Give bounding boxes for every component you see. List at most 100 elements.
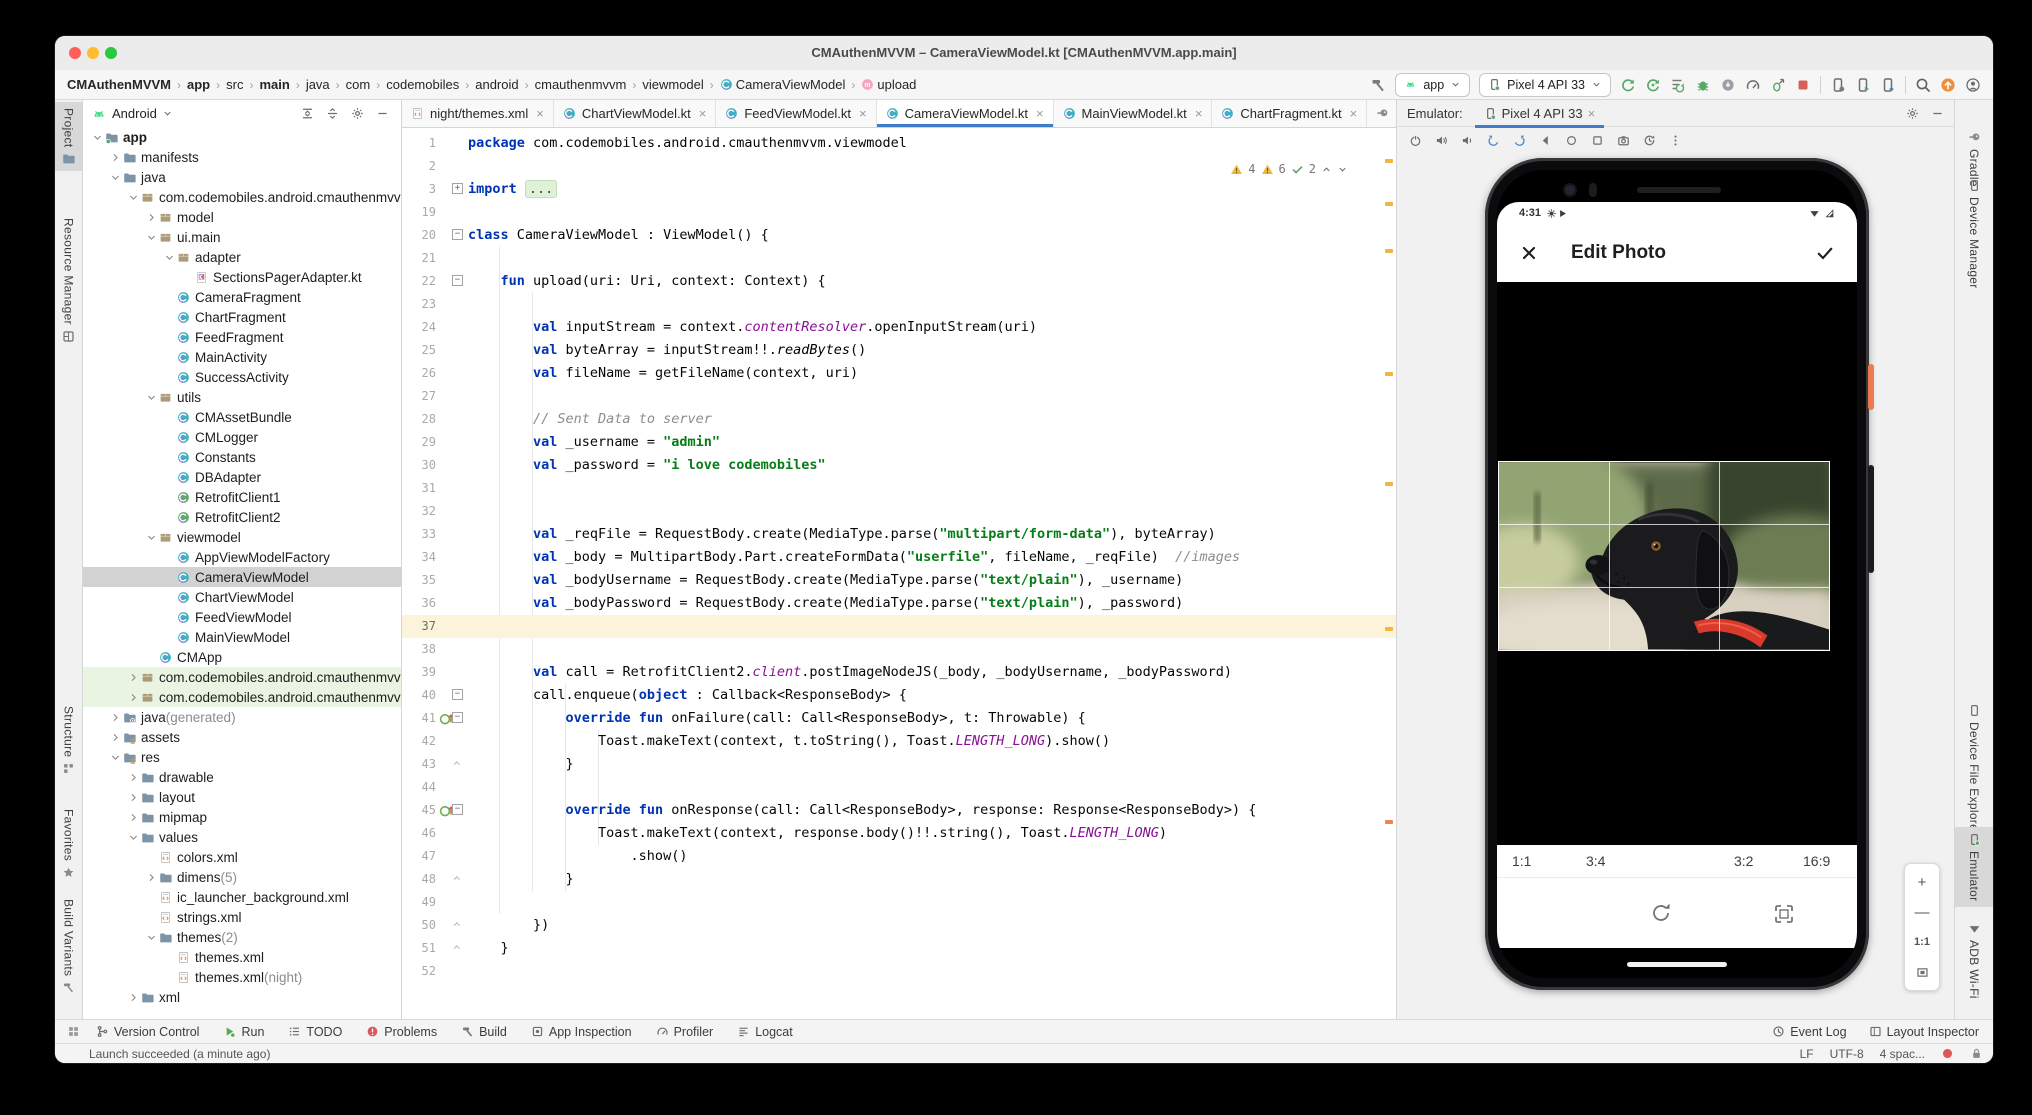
code-line-26[interactable]: 26 val fileName = getFileName(context, u… <box>402 362 1396 385</box>
aspect-ratio-option-16-9[interactable]: 16:9 <box>1803 845 1830 878</box>
code-line-33[interactable]: 33 val _reqFile = RequestBody.create(Med… <box>402 523 1396 546</box>
tree-item-java[interactable]: java <box>83 167 401 187</box>
avatar-icon[interactable] <box>1965 77 1981 93</box>
home-icon[interactable] <box>1565 134 1578 147</box>
apply-code-icon[interactable] <box>1645 77 1661 93</box>
emulator-device-tab[interactable]: Pixel 4 API 33 × <box>1475 100 1605 127</box>
close-icon[interactable] <box>1519 243 1539 263</box>
tree-item-assets[interactable]: assets <box>83 727 401 747</box>
editor-tab-chartfragment-kt[interactable]: ChartFragment.kt× <box>1212 100 1367 127</box>
code-line-42[interactable]: 42 Toast.makeText(context, t.toString(),… <box>402 730 1396 753</box>
tree-item-viewmodel[interactable]: viewmodel <box>83 527 401 547</box>
aspect-ratio-option-3-2[interactable]: 3:2 <box>1734 845 1753 878</box>
code-line-32[interactable]: 32 <box>402 500 1396 523</box>
tree-item-dimens[interactable]: dimens (5) <box>83 867 401 887</box>
editor-error-stripe[interactable] <box>1382 127 1396 1019</box>
close-tab-icon[interactable]: × <box>536 106 544 121</box>
code-line-51[interactable]: 51 } <box>402 937 1396 960</box>
breadcrumb-item[interactable]: CameraViewModel <box>736 77 846 92</box>
toolwindow-button-device-file-explorer[interactable]: Device File Explorer <box>1955 698 1993 841</box>
tree-item-model[interactable]: model <box>83 207 401 227</box>
error-stripe-mark[interactable] <box>1385 820 1393 824</box>
tree-item-com-codemobiles-android-cmauthenmvvm[interactable]: com.codemobiles.android.cmauthenmvvm <box>83 187 401 207</box>
code-line-23[interactable]: 23 <box>402 293 1396 316</box>
breadcrumb-item[interactable]: android <box>475 77 518 92</box>
zoom-out-button[interactable]: — <box>1909 899 1935 925</box>
tree-item-cmlogger[interactable]: CMLogger <box>83 427 401 447</box>
fold-marker[interactable] <box>451 918 464 931</box>
code-line-37[interactable]: 37 <box>402 615 1396 638</box>
tree-item-appviewmodelfactory[interactable]: AppViewModelFactory <box>83 547 401 567</box>
toolwindow-button-device-manager[interactable]: Device Manager <box>1955 173 1993 295</box>
code-line-41[interactable]: 41− override fun onFailure(call: Call<Re… <box>402 707 1396 730</box>
code-line-36[interactable]: 36 val _bodyPassword = RequestBody.creat… <box>402 592 1396 615</box>
tree-item-themes-xml[interactable]: themes.xml (night) <box>83 967 401 987</box>
statusbar-tab-problems[interactable]: Problems <box>366 1025 437 1039</box>
statusbar-tab-app-inspection[interactable]: App Inspection <box>531 1025 632 1039</box>
toolwindow-button-adb-wi-fi[interactable]: ADB Wi-Fi <box>1955 916 1993 1005</box>
error-stripe-mark[interactable] <box>1385 627 1393 631</box>
breadcrumb-item[interactable]: cmauthenmvvm <box>535 77 627 92</box>
fold-marker[interactable]: − <box>451 803 464 816</box>
breadcrumb-item[interactable]: com <box>346 77 371 92</box>
expand-arrows-icon[interactable] <box>326 107 339 120</box>
editor-tab-mainviewmodel-kt[interactable]: MainViewModel.kt× <box>1054 100 1213 127</box>
tree-item-colors-xml[interactable]: colors.xml <box>83 847 401 867</box>
attach-icon[interactable] <box>1720 77 1736 93</box>
tree-item-camerafragment[interactable]: CameraFragment <box>83 287 401 307</box>
debug-icon[interactable] <box>1695 77 1711 93</box>
hammer-icon[interactable] <box>1370 77 1386 93</box>
editor-tab-cameraviewmodel-kt[interactable]: CameraViewModel.kt× <box>877 100 1054 127</box>
code-line-47[interactable]: 47 .show() <box>402 845 1396 868</box>
code-line-44[interactable]: 44 <box>402 776 1396 799</box>
aspect-ratio-option-1-1[interactable]: 1:1 <box>1512 845 1531 878</box>
breadcrumb-item[interactable]: viewmodel <box>642 77 703 92</box>
phone-down-icon[interactable] <box>1880 77 1896 93</box>
tree-item-values[interactable]: values <box>83 827 401 847</box>
tree-item-mainactivity[interactable]: MainActivity <box>83 347 401 367</box>
tree-item-java[interactable]: java (generated) <box>83 707 401 727</box>
device-selector[interactable]: Pixel 4 API 33 <box>1479 73 1611 97</box>
tree-item-themes-xml[interactable]: themes.xml <box>83 947 401 967</box>
toolwindow-button-emulator[interactable]: Emulator <box>1955 827 1993 907</box>
tree-item-cmapp[interactable]: CMApp <box>83 647 401 667</box>
code-line-48[interactable]: 48 } <box>402 868 1396 891</box>
tree-item-chartviewmodel[interactable]: ChartViewModel <box>83 587 401 607</box>
code-line-38[interactable]: 38 <box>402 638 1396 661</box>
code-line-34[interactable]: 34 val _body = MultipartBody.Part.create… <box>402 546 1396 569</box>
close-icon[interactable]: × <box>1588 106 1596 121</box>
phone-screen[interactable]: 4:31 Edit Photo <box>1497 170 1857 978</box>
code-editor[interactable]: 462 1package com.codemobiles.android.cma… <box>402 128 1396 1019</box>
code-line-25[interactable]: 25 val byteArray = inputStream!!.readByt… <box>402 339 1396 362</box>
tree-item-xml[interactable]: xml <box>83 987 401 1007</box>
breadcrumb-item[interactable]: codemobiles <box>386 77 459 92</box>
tree-item-chartfragment[interactable]: ChartFragment <box>83 307 401 327</box>
code-line-49[interactable]: 49 <box>402 891 1396 914</box>
tree-item-res[interactable]: res <box>83 747 401 767</box>
zoom-fit-button[interactable] <box>1909 959 1935 985</box>
code-line-20[interactable]: 20−class CameraViewModel : ViewModel() { <box>402 224 1396 247</box>
chev-up-sm-icon[interactable] <box>1321 164 1332 175</box>
code-line-35[interactable]: 35 val _bodyUsername = RequestBody.creat… <box>402 569 1396 592</box>
snapshot-icon[interactable] <box>1643 134 1656 147</box>
tree-item-utils[interactable]: utils <box>83 387 401 407</box>
statusbar-tab-todo[interactable]: TODO <box>288 1025 342 1039</box>
fold-marker[interactable]: − <box>451 274 464 287</box>
camera-icon[interactable] <box>1617 134 1630 147</box>
breadcrumb-item[interactable]: main <box>259 77 289 92</box>
close-tab-icon[interactable]: × <box>1350 106 1358 121</box>
status-indicator[interactable]: LF <box>1800 1047 1814 1061</box>
gear-icon[interactable] <box>351 107 364 120</box>
close-tab-icon[interactable]: × <box>1036 106 1044 121</box>
error-stripe-mark[interactable] <box>1385 159 1393 163</box>
phone-wrench-icon[interactable] <box>1830 77 1846 93</box>
code-line-40[interactable]: 40− call.enqueue(object : Callback<Respo… <box>402 684 1396 707</box>
code-line-1[interactable]: 1package com.codemobiles.android.cmauthe… <box>402 132 1396 155</box>
fold-marker[interactable]: + <box>451 182 464 195</box>
fold-marker[interactable] <box>451 872 464 885</box>
zoom-in-button[interactable]: + <box>1909 869 1935 895</box>
code-line-29[interactable]: 29 val _username = "admin" <box>402 431 1396 454</box>
status-indicator[interactable]: UTF-8 <box>1830 1047 1864 1061</box>
breadcrumb-item[interactable]: java <box>306 77 330 92</box>
volup-icon[interactable] <box>1435 134 1448 147</box>
